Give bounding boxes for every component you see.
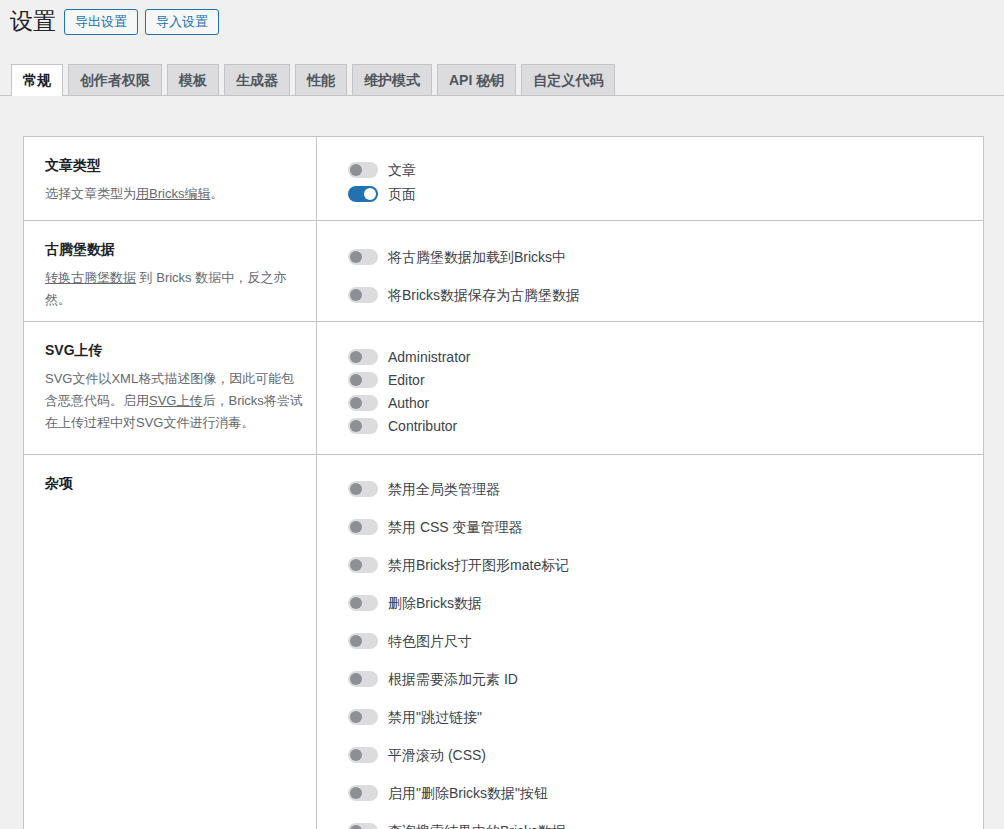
setting-toggle: 根据需要添加元素 ID — [348, 671, 983, 687]
setting-description: SVG文件以XML格式描述图像，因此可能包含恶意代码。启用SVG上传后，Bric… — [45, 368, 303, 434]
setting-controls: Administrator Editor Author Contributor — [317, 322, 983, 454]
setting-row-gutenberg-data: 古腾堡数据转换古腾堡数据 到 Bricks 数据中，反之亦然。将古腾堡数据加载到… — [24, 221, 983, 322]
setting-controls: 禁用全局类管理器禁用 CSS 变量管理器禁用Bricks打开图形mate标记删除… — [317, 455, 983, 829]
toggle-label[interactable]: 禁用全局类管理器 — [388, 481, 500, 497]
page-title: 设置 — [10, 7, 56, 36]
setting-toggle: 文章 — [348, 162, 983, 178]
toggle-switch[interactable] — [348, 633, 378, 649]
toggle-switch[interactable] — [348, 709, 378, 725]
setting-heading: 文章类型 — [45, 157, 303, 174]
setting-heading: 古腾堡数据 — [45, 241, 303, 258]
setting-heading: 杂项 — [45, 475, 303, 492]
toggle-label[interactable]: 启用"删除Bricks数据"按钮 — [388, 785, 548, 801]
setting-row-misc: 杂项禁用全局类管理器禁用 CSS 变量管理器禁用Bricks打开图形mate标记… — [24, 455, 983, 829]
toggle-label[interactable]: 删除Bricks数据 — [388, 595, 482, 611]
toggle-switch[interactable] — [348, 349, 378, 365]
toggle-switch[interactable] — [348, 557, 378, 573]
toggle-switch[interactable] — [348, 823, 378, 829]
setting-toggle: Editor — [348, 372, 983, 388]
toggle-label[interactable]: 禁用Bricks打开图形mate标记 — [388, 557, 569, 573]
toggle-switch[interactable] — [348, 747, 378, 763]
toggle-switch[interactable] — [348, 595, 378, 611]
description-link[interactable]: SVG上传 — [149, 393, 202, 408]
toggle-switch[interactable] — [348, 287, 378, 303]
setting-heading: SVG上传 — [45, 342, 303, 359]
tab-maintenance-mode[interactable]: 维护模式 — [352, 64, 432, 95]
setting-info: 杂项 — [24, 455, 317, 829]
toggle-label[interactable]: 将Bricks数据保存为古腾堡数据 — [388, 287, 580, 303]
description-text: 。 — [210, 186, 223, 201]
setting-description: 选择文章类型为用Bricks编辑。 — [45, 183, 303, 205]
setting-row-svg-uploads: SVG上传SVG文件以XML格式描述图像，因此可能包含恶意代码。启用SVG上传后… — [24, 322, 983, 455]
tab-templates[interactable]: 模板 — [167, 64, 219, 95]
setting-toggle: 将Bricks数据保存为古腾堡数据 — [348, 287, 983, 303]
toggle-label[interactable]: Contributor — [388, 418, 457, 434]
toggle-switch[interactable] — [348, 162, 378, 178]
description-link[interactable]: 转换古腾堡数据 — [45, 270, 136, 285]
toggle-label[interactable]: 平滑滚动 (CSS) — [388, 747, 486, 763]
setting-toggle: 禁用"跳过链接" — [348, 709, 983, 725]
toggle-label[interactable]: 根据需要添加元素 ID — [388, 671, 518, 687]
toggle-label[interactable]: 将古腾堡数据加载到Bricks中 — [388, 249, 566, 265]
toggle-label[interactable]: 文章 — [388, 162, 416, 178]
page-header: 设置 导出设置 导入设置 — [0, 0, 1004, 36]
setting-info: 古腾堡数据转换古腾堡数据 到 Bricks 数据中，反之亦然。 — [24, 221, 317, 321]
toggle-label[interactable]: Administrator — [388, 349, 470, 365]
toggle-switch[interactable] — [348, 249, 378, 265]
import-settings-button[interactable]: 导入设置 — [145, 9, 219, 35]
settings-table: 文章类型选择文章类型为用Bricks编辑。文章页面古腾堡数据转换古腾堡数据 到 … — [23, 136, 984, 829]
tab-builder[interactable]: 生成器 — [224, 64, 290, 95]
setting-toggle: 禁用全局类管理器 — [348, 481, 983, 497]
tab-performance[interactable]: 性能 — [295, 64, 347, 95]
setting-toggle: 页面 — [348, 186, 983, 202]
tab-builder-access[interactable]: 创作者权限 — [68, 64, 162, 95]
description-link[interactable]: 用Bricks编辑 — [136, 186, 210, 201]
toggle-switch[interactable] — [348, 785, 378, 801]
toggle-switch[interactable] — [348, 395, 378, 411]
toggle-label[interactable]: 禁用"跳过链接" — [388, 709, 482, 725]
toggle-switch[interactable] — [348, 418, 378, 434]
setting-toggle: 查询搜索结果中的Bricks数据 — [348, 823, 983, 829]
setting-description: 转换古腾堡数据 到 Bricks 数据中，反之亦然。 — [45, 267, 303, 311]
settings-tabs: 常规创作者权限模板生成器性能维护模式API 秘钥自定义代码 — [0, 64, 1004, 96]
tab-custom-code[interactable]: 自定义代码 — [521, 64, 615, 95]
toggle-label[interactable]: 页面 — [388, 186, 416, 202]
setting-toggle: 启用"删除Bricks数据"按钮 — [348, 785, 983, 801]
toggle-switch[interactable] — [348, 372, 378, 388]
tab-api-keys[interactable]: API 秘钥 — [437, 64, 516, 95]
setting-toggle: 禁用 CSS 变量管理器 — [348, 519, 983, 535]
setting-toggle: 将古腾堡数据加载到Bricks中 — [348, 249, 983, 265]
setting-toggle: Administrator — [348, 349, 983, 365]
setting-controls: 将古腾堡数据加载到Bricks中将Bricks数据保存为古腾堡数据 — [317, 221, 983, 321]
toggle-switch[interactable] — [348, 186, 378, 202]
toggle-switch[interactable] — [348, 481, 378, 497]
setting-toggle: Contributor — [348, 418, 983, 434]
toggle-label[interactable]: Author — [388, 395, 429, 411]
toggle-label[interactable]: 查询搜索结果中的Bricks数据 — [388, 823, 566, 829]
setting-toggle: 禁用Bricks打开图形mate标记 — [348, 557, 983, 573]
toggle-switch[interactable] — [348, 519, 378, 535]
setting-row-post-types: 文章类型选择文章类型为用Bricks编辑。文章页面 — [24, 137, 983, 221]
setting-toggle: Author — [348, 395, 983, 411]
export-settings-button[interactable]: 导出设置 — [64, 9, 138, 35]
setting-info: SVG上传SVG文件以XML格式描述图像，因此可能包含恶意代码。启用SVG上传后… — [24, 322, 317, 454]
setting-toggle: 删除Bricks数据 — [348, 595, 983, 611]
toggle-label[interactable]: 特色图片尺寸 — [388, 633, 472, 649]
tab-general[interactable]: 常规 — [11, 64, 63, 96]
setting-toggle: 平滑滚动 (CSS) — [348, 747, 983, 763]
toggle-label[interactable]: 禁用 CSS 变量管理器 — [388, 519, 523, 535]
setting-toggle: 特色图片尺寸 — [348, 633, 983, 649]
description-text: 选择文章类型为 — [45, 186, 136, 201]
toggle-switch[interactable] — [348, 671, 378, 687]
setting-info: 文章类型选择文章类型为用Bricks编辑。 — [24, 137, 317, 220]
toggle-label[interactable]: Editor — [388, 372, 425, 388]
setting-controls: 文章页面 — [317, 137, 983, 220]
